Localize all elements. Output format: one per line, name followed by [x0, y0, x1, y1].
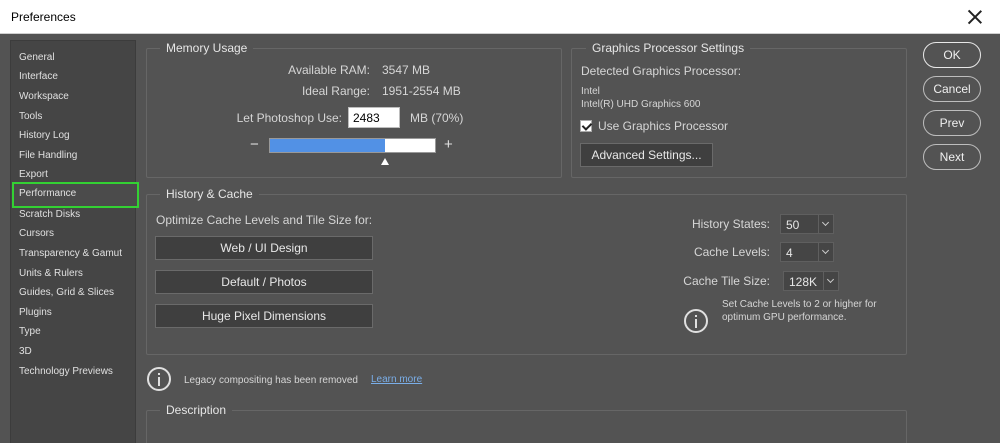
dialog-body: General Interface Workspace Tools Histor… — [0, 34, 1000, 443]
gpu-model: Intel(R) UHD Graphics 600 — [581, 99, 701, 110]
graphics-processor-title: Graphics Processor Settings — [586, 41, 751, 55]
info-icon — [684, 309, 708, 333]
cache-levels-value: 4 — [786, 246, 793, 260]
info-icon — [147, 367, 171, 391]
ideal-range-value: 1951-2554 MB — [382, 84, 461, 98]
sidebar-item-file-handling[interactable]: File Handling — [11, 146, 135, 165]
memory-slider[interactable] — [269, 138, 436, 153]
sidebar-item-guides-grid-slices[interactable]: Guides, Grid & Slices — [11, 283, 135, 302]
sidebar-item-scratch-disks[interactable]: Scratch Disks — [11, 205, 135, 224]
gpu-vendor: Intel — [581, 86, 600, 97]
cache-tile-size-label: Cache Tile Size: — [683, 274, 770, 288]
next-button[interactable]: Next — [923, 144, 981, 170]
detected-gpu-label: Detected Graphics Processor: — [581, 64, 742, 78]
optimize-cache-label: Optimize Cache Levels and Tile Size for: — [156, 213, 373, 227]
available-ram-value: 3547 MB — [382, 63, 431, 77]
memory-usage-title: Memory Usage — [160, 41, 254, 55]
sidebar-item-history-log[interactable]: History Log — [11, 126, 135, 145]
ok-button[interactable]: OK — [923, 42, 981, 68]
sidebar-item-general[interactable]: General — [11, 48, 135, 67]
cache-tile-size-value: 128K — [789, 275, 818, 289]
ideal-range-label: Ideal Range: — [301, 84, 370, 98]
memory-unit-label: MB (70%) — [410, 111, 464, 125]
sidebar-item-tools[interactable]: Tools — [11, 107, 135, 126]
let-photoshop-use-label: Let Photoshop Use: — [236, 111, 342, 125]
description-group — [146, 410, 907, 443]
sidebar-item-technology-previews[interactable]: Technology Previews — [11, 362, 135, 381]
cache-levels-label: Cache Levels: — [693, 245, 770, 259]
history-cache-title: History & Cache — [160, 187, 259, 201]
window-title: Preferences — [11, 10, 76, 24]
web-ui-design-button[interactable]: Web / UI Design — [155, 236, 373, 260]
history-states-value: 50 — [786, 218, 800, 232]
memory-amount-input[interactable] — [348, 107, 400, 128]
sidebar-item-cursors[interactable]: Cursors — [11, 224, 135, 243]
use-gpu-label: Use Graphics Processor — [598, 119, 729, 133]
increase-memory-button[interactable]: + — [444, 137, 453, 152]
sidebar-item-performance[interactable]: Performance — [12, 182, 139, 208]
sidebar-item-export[interactable]: Export — [11, 165, 135, 184]
prev-button[interactable]: Prev — [923, 110, 981, 136]
cache-levels-select[interactable]: 4 — [780, 242, 834, 262]
history-states-select[interactable]: 50 — [780, 214, 834, 234]
learn-more-link[interactable]: Learn more — [371, 374, 422, 385]
sidebar-item-plugins[interactable]: Plugins — [11, 303, 135, 322]
huge-pixel-dimensions-button[interactable]: Huge Pixel Dimensions — [155, 304, 373, 328]
cache-tile-size-select[interactable]: 128K — [783, 271, 839, 291]
chevron-down-icon — [823, 272, 838, 290]
sidebar-item-transparency-gamut[interactable]: Transparency & Gamut — [11, 244, 135, 263]
sidebar-item-3d[interactable]: 3D — [11, 342, 135, 361]
default-photos-button[interactable]: Default / Photos — [155, 270, 373, 294]
advanced-settings-button[interactable]: Advanced Settings... — [580, 143, 713, 167]
description-title: Description — [160, 403, 233, 417]
memory-slider-thumb[interactable] — [381, 158, 389, 165]
chevron-down-icon — [818, 215, 833, 233]
cancel-button[interactable]: Cancel — [923, 76, 981, 102]
title-bar: Preferences — [0, 0, 1000, 34]
history-states-label: History States: — [691, 217, 770, 231]
cache-note-line2: optimum GPU performance. — [722, 312, 847, 323]
preferences-sidebar: General Interface Workspace Tools Histor… — [10, 40, 139, 443]
sidebar-item-units-rulers[interactable]: Units & Rulers — [11, 264, 135, 283]
decrease-memory-button[interactable]: − — [250, 137, 259, 152]
sidebar-item-interface[interactable]: Interface — [11, 67, 135, 86]
sidebar-item-type[interactable]: Type — [11, 322, 135, 341]
sidebar-item-workspace[interactable]: Workspace — [11, 87, 135, 106]
memory-slider-fill — [270, 139, 385, 152]
legacy-compositing-text: Legacy compositing has been removed — [184, 375, 358, 386]
available-ram-label: Available RAM: — [288, 63, 370, 77]
use-gpu-checkbox[interactable] — [580, 120, 592, 132]
cache-note-line1: Set Cache Levels to 2 or higher for — [722, 299, 877, 310]
close-icon[interactable] — [964, 6, 986, 28]
chevron-down-icon — [818, 243, 833, 261]
